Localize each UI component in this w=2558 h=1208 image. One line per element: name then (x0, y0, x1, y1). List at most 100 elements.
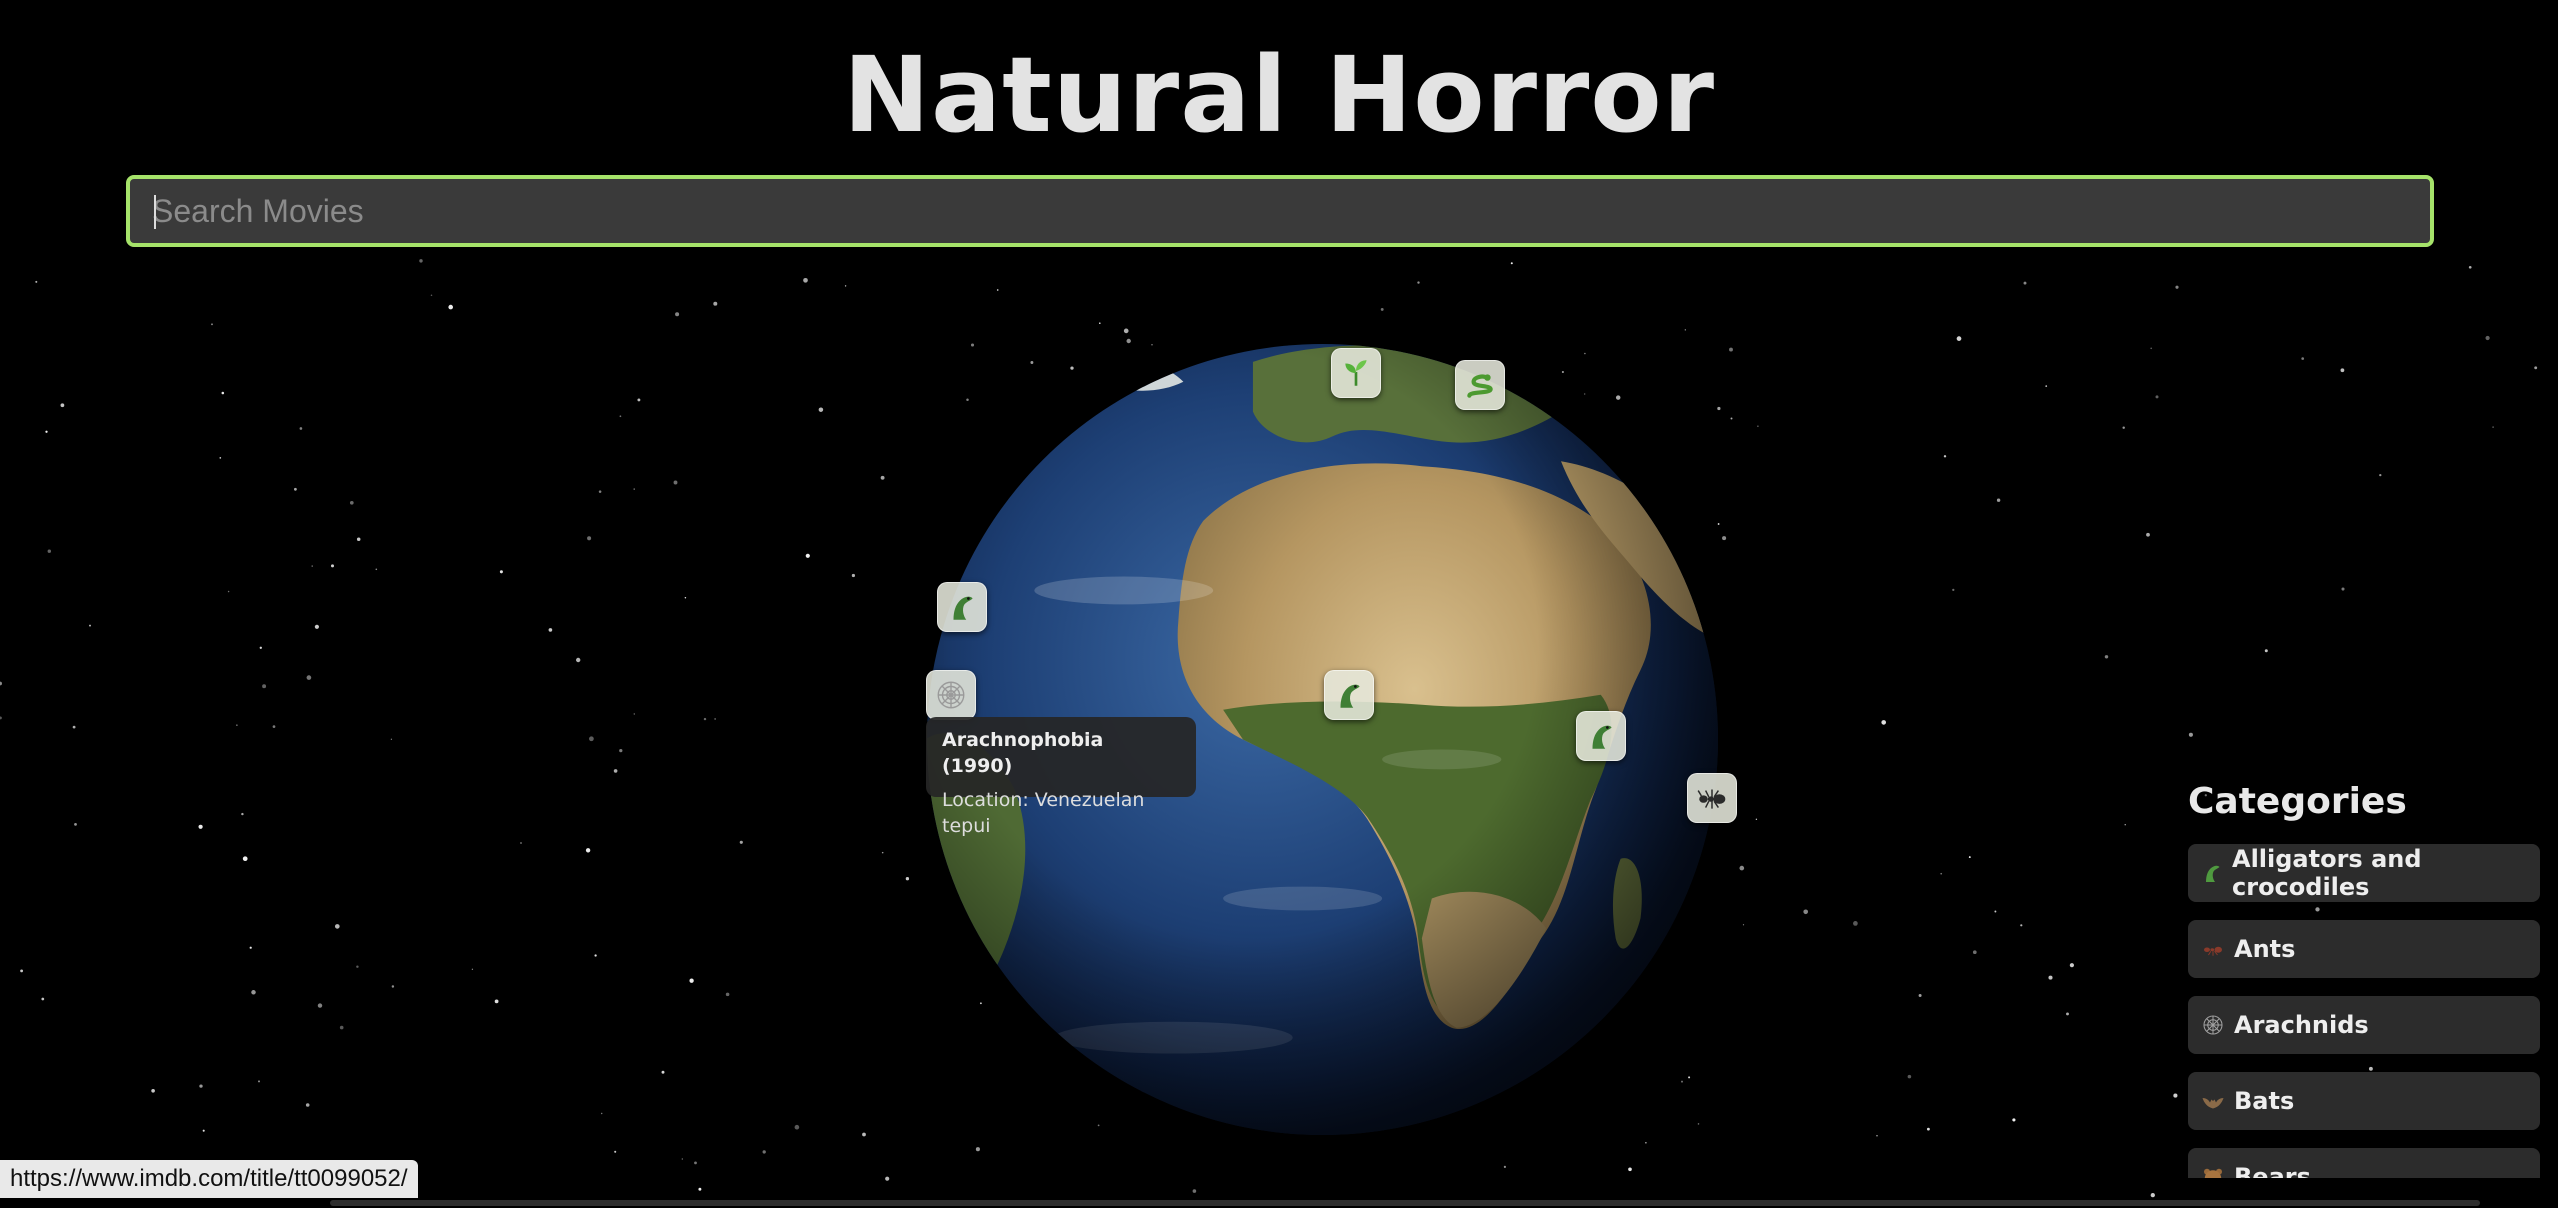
star (1722, 536, 1727, 541)
star (803, 277, 808, 283)
star (1952, 588, 1955, 592)
star (242, 856, 248, 862)
category-label: Alligators and crocodiles (2232, 845, 2422, 901)
star (2485, 335, 2490, 341)
star (1881, 720, 1887, 725)
star (375, 568, 378, 571)
link-status-bar: https://www.imdb.com/title/tt0099052/ (0, 1160, 418, 1198)
star (1876, 1135, 1878, 1137)
globe-marker-seedling[interactable] (1331, 348, 1381, 398)
ant-icon (2200, 936, 2226, 962)
star (47, 549, 52, 553)
star (548, 628, 553, 632)
star (227, 590, 230, 593)
star (975, 1147, 980, 1152)
star (330, 564, 335, 568)
globe-marker-crocodile[interactable] (1576, 711, 1626, 761)
star (2173, 1093, 2178, 1098)
star (684, 597, 687, 599)
search-input[interactable] (130, 179, 2430, 243)
category-bats[interactable]: Bats (2188, 1072, 2540, 1130)
star (251, 990, 256, 995)
star (805, 553, 810, 558)
star (1956, 336, 1962, 341)
star (818, 407, 824, 412)
spider-web-icon (937, 681, 965, 709)
star (1996, 498, 2001, 502)
star (881, 851, 884, 854)
star (739, 840, 743, 844)
globe-marker-ant[interactable] (1687, 773, 1737, 823)
movie-tooltip: Arachnophobia (1990) Location: Venezuela… (926, 717, 1196, 837)
bear-icon (2200, 1164, 2226, 1178)
category-alligators-and-crocodiles[interactable]: Alligators and crocodiles (2188, 844, 2540, 902)
star (448, 304, 453, 310)
star (2146, 532, 2150, 537)
star (219, 457, 222, 459)
star (339, 1025, 344, 1030)
star (2534, 366, 2538, 370)
star (1972, 950, 1977, 955)
ant-icon (1697, 789, 1726, 809)
star (306, 675, 312, 680)
globe-marker-snake[interactable] (1455, 360, 1505, 410)
star (151, 1088, 155, 1093)
star (494, 999, 499, 1004)
star (594, 954, 597, 957)
star (262, 684, 267, 689)
star (311, 565, 313, 567)
crocodile-icon (953, 596, 973, 620)
globe-marker-spider-web[interactable] (926, 670, 976, 720)
star (334, 924, 340, 929)
star (258, 1080, 260, 1083)
category-arachnids[interactable]: Arachnids (2188, 996, 2540, 1054)
star (299, 427, 303, 430)
star (520, 842, 522, 844)
category-label: Arachnids (2234, 1011, 2369, 1039)
horizontal-scrollbar[interactable] (330, 1200, 2480, 1206)
star (2023, 281, 2027, 285)
star (1755, 818, 1758, 820)
star (2341, 587, 2345, 591)
star (794, 1124, 800, 1130)
star (661, 1070, 665, 1074)
star (714, 718, 716, 720)
star (694, 1161, 697, 1165)
star (72, 725, 76, 729)
globe-marker-crocodile[interactable] (1324, 670, 1374, 720)
page: Natural Horror Search Movies Arachnophob… (0, 0, 2558, 1208)
star (390, 738, 393, 740)
star (619, 415, 622, 418)
star (0, 716, 2, 720)
star (713, 301, 718, 306)
star (221, 391, 225, 395)
star (294, 487, 297, 491)
star (0, 681, 2, 686)
star (499, 570, 503, 574)
star (259, 646, 262, 649)
crocodile-icon (2200, 860, 2224, 886)
star (236, 724, 238, 726)
star (391, 985, 395, 988)
star (1757, 425, 1759, 427)
star (60, 403, 65, 408)
star (430, 294, 433, 296)
star (996, 289, 999, 291)
star (844, 285, 847, 287)
star (202, 1129, 205, 1132)
star (1968, 856, 1971, 859)
star (1853, 921, 1858, 926)
tooltip-location: Location: Venezuelan tepui (942, 789, 1145, 837)
star (637, 398, 641, 402)
category-bears[interactable]: Bears (2188, 1148, 2540, 1178)
category-ants[interactable]: Ants (2188, 920, 2540, 978)
star (673, 480, 678, 485)
star (272, 725, 276, 728)
star (576, 657, 581, 663)
star (2264, 649, 2268, 653)
globe-marker-crocodile[interactable] (937, 582, 987, 632)
search-box[interactable] (126, 175, 2434, 247)
star (619, 748, 623, 753)
star (589, 736, 594, 742)
star (2012, 1118, 2016, 1122)
